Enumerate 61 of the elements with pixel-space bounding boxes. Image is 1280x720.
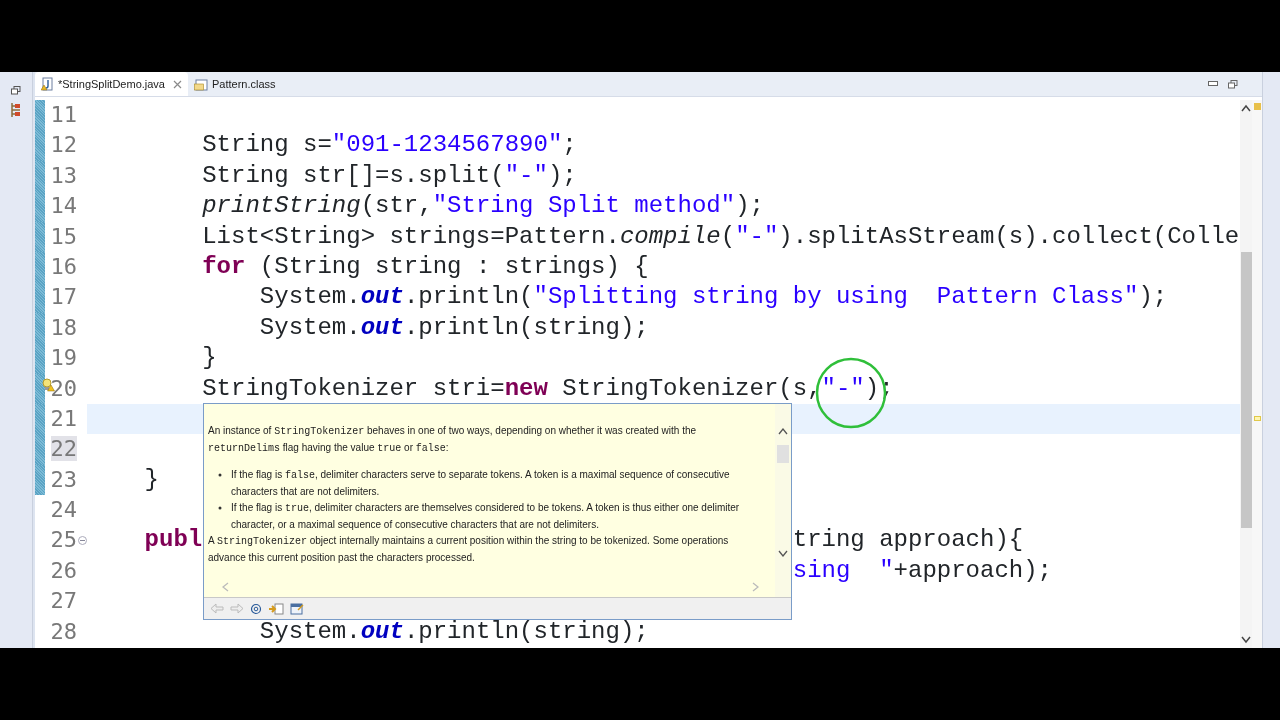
- code-line: System.out.println("Splitting string by using Pattern Class");: [258, 283, 1168, 311]
- bullet-item: If the flag is true, delimiter characters are themselves considered to be tokens. A token is thus either one delimiter character, or a maximal sequence of consecutive characters that are not delimiters.: [208, 500, 763, 533]
- annotation-marker[interactable]: [1253, 416, 1261, 421]
- line-number: 21: [50, 405, 77, 431]
- doc-paragraph: An instance of StringTokenizer behaves in one of two ways, depending on whether it was created with the returnDelims flag having the value true or false:: [208, 424, 698, 456]
- open-declaration-icon[interactable]: [268, 602, 284, 615]
- scrollbar-thumb[interactable]: [1240, 252, 1252, 528]
- code-line: System.out.println(string);: [258, 313, 649, 341]
- scroll-up-icon[interactable]: [1241, 104, 1251, 112]
- code-line: System.out.println(string);: [258, 617, 649, 645]
- scroll-up-icon[interactable]: [778, 428, 788, 435]
- code-line: sing "+approach);: [792, 555, 1052, 586]
- outline-icon[interactable]: [10, 103, 22, 117]
- code-line: publ: [143, 526, 203, 554]
- java-file-icon: [41, 77, 54, 91]
- line-number: 16: [50, 253, 77, 279]
- line-number: 23: [50, 466, 77, 492]
- scroll-down-icon[interactable]: [778, 550, 788, 557]
- line-number: 12: [50, 132, 77, 158]
- line-number: 26: [50, 557, 77, 583]
- line-number: 25: [50, 527, 77, 553]
- vertical-scrollbar[interactable]: [1240, 100, 1252, 648]
- maximize-icon[interactable]: [1228, 79, 1238, 89]
- minimize-icon[interactable]: [1208, 81, 1218, 87]
- line-number: 24: [50, 497, 77, 523]
- line-number: 19: [50, 345, 77, 371]
- line-number: 20: [50, 375, 77, 401]
- bullet-icon: [218, 473, 222, 477]
- line-number: 28: [50, 618, 77, 644]
- line-number: 17: [50, 284, 77, 310]
- line-number: 14: [50, 193, 77, 219]
- code-line: for (String string : strings) {: [201, 252, 649, 280]
- code-line: printString(str,"String Split method");: [201, 192, 764, 220]
- code-line: String str[]=s.split("-");: [201, 161, 577, 189]
- click-highlight-circle: [815, 357, 887, 429]
- fold-collapse-icon[interactable]: [78, 536, 87, 546]
- line-number: 11: [50, 102, 77, 127]
- line-number: 22: [50, 436, 77, 462]
- restore-icon[interactable]: [11, 86, 21, 95]
- scrollbar-thumb[interactable]: [777, 445, 789, 463]
- scroll-down-icon[interactable]: [1241, 636, 1251, 644]
- scroll-left-icon[interactable]: [222, 582, 229, 592]
- code-line: tring approach){: [792, 525, 1024, 556]
- code-line: }: [201, 344, 217, 372]
- line-number: 18: [50, 314, 77, 340]
- line-number: 15: [50, 223, 77, 249]
- bullet-icon: [218, 506, 222, 510]
- bullet-item: If the flag is false, delimiter characters serve to separate tokens. A token is a maximal sequence of consecutive characters that are not delimiters.: [208, 467, 763, 500]
- line-number: 13: [50, 162, 77, 188]
- doc-paragraph: A StringTokenizer object internally maintains a current position within the string to be tokenized. Some operations advance this current position past the characters processed.: [208, 534, 730, 565]
- annotation-marker[interactable]: [1253, 103, 1261, 110]
- editor-tab[interactable]: Pattern.class: [188, 72, 282, 96]
- scroll-right-icon[interactable]: [752, 582, 759, 592]
- code-line: List<String> strings=Pattern.compile("-").splitAsStream(s).collect(Colle: [201, 222, 1240, 250]
- class-file-icon: [194, 77, 208, 91]
- external-browser-icon[interactable]: [290, 602, 304, 615]
- code-line: }: [143, 465, 159, 493]
- line-number: 27: [50, 588, 77, 614]
- code-line: String s="091-1234567890";: [201, 131, 577, 159]
- editor-tab[interactable]: *StringSplitDemo.java: [35, 72, 188, 96]
- close-icon[interactable]: [173, 79, 182, 89]
